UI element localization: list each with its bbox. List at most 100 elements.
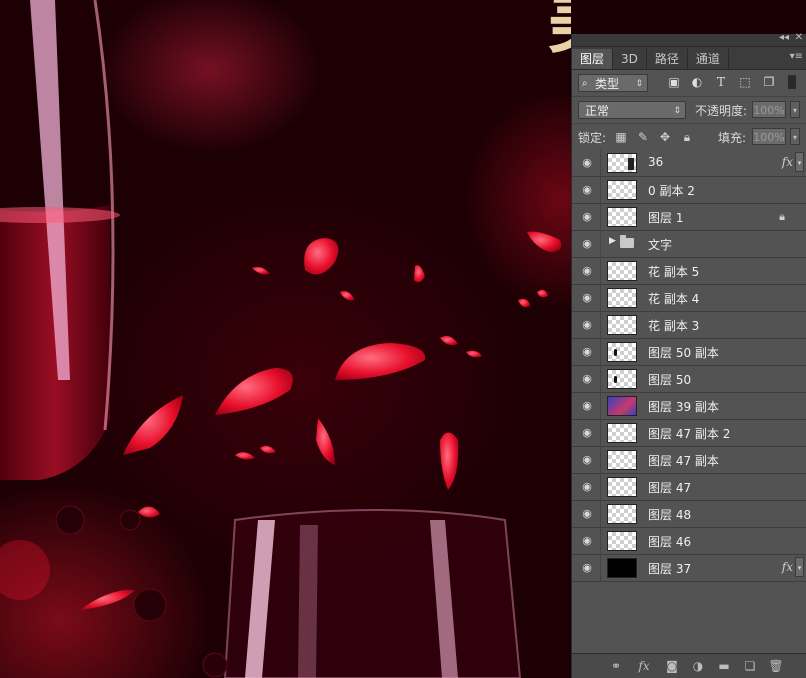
petal [527,231,562,252]
layer-thumbnail [607,369,637,389]
layer-name: 图层 47 [648,481,692,495]
eye-icon[interactable]: ◉ [580,454,594,466]
layer-name: 图层 48 [648,508,692,522]
layer-row[interactable]: ◉ 0 副本 2 [572,177,806,204]
eye-icon[interactable]: ◉ [580,535,594,547]
layer-name: 图层 47 副本 2 [648,427,731,441]
text-filter-icon[interactable]: T [714,75,728,89]
petal [335,343,426,380]
fill-input[interactable]: 100% [752,128,786,145]
bubble [133,588,167,622]
layer-row[interactable]: ◉ 图层 47 [572,474,806,501]
eye-icon[interactable]: ◉ [580,265,594,277]
add-style-icon[interactable]: fx [636,658,652,674]
petal [215,368,293,415]
image-filter-icon[interactable]: ▣ [667,75,681,89]
layer-row[interactable]: ◉ 图层 47 副本 2 [572,420,806,447]
petal [466,350,482,358]
layer-thumbnail [607,342,637,362]
add-mask-icon[interactable]: ◙ [664,658,680,674]
tab-paths[interactable]: 路径 [647,49,688,69]
collapse-panel-icon[interactable]: ◂◂ [779,32,789,43]
opacity-input[interactable]: 100% [752,101,786,118]
opacity-dropdown-icon[interactable]: ▾ [790,101,800,118]
bubble [119,509,141,531]
group-name: 文字 [648,238,673,252]
layer-row[interactable]: ◉ 图层 39 副本 [572,393,806,420]
filter-toggle-icon[interactable] [788,75,796,89]
folder-icon [620,235,634,248]
eye-icon[interactable]: ◉ [580,427,594,439]
layer-thumbnail [607,153,637,173]
layer-row[interactable]: ◉ 花 副本 3 [572,312,806,339]
layer-thumbnail [607,261,637,281]
adjustment-layer-icon[interactable]: ◑ [690,658,706,674]
lock-fill-row: 锁定: ▦ ✎ ✥ 🔒︎ 填充: 100% ▾ [572,124,806,151]
panel-titlebar[interactable]: ◂◂ ✕ [572,32,806,47]
eye-icon[interactable]: ◉ [580,211,594,223]
layer-name: 0 副本 2 [648,184,695,198]
layer-row[interactable]: ◉ 图层 37 fx ▾ [572,555,806,582]
layer-row[interactable]: ◉ 图层 50 [572,366,806,393]
eye-icon[interactable]: ◉ [580,373,594,385]
layer-row[interactable]: ◉ 花 副本 5 [572,258,806,285]
smart-object-filter-icon[interactable]: ❐ [762,75,776,89]
lock-move-icon[interactable]: ✥ [658,130,672,144]
eye-icon[interactable]: ◉ [580,562,594,574]
layer-thumbnail [607,477,637,497]
layer-filter-row: ⌕ 类型 ⇕ ▣ ◐ T ⬚ ❐ [572,70,806,97]
layer-row[interactable]: ◉ 图层 48 [572,501,806,528]
layer-effects-icon[interactable]: fx [782,560,793,574]
layer-row[interactable]: ◉ 图层 47 副本 [572,447,806,474]
layer-thumbnail [607,288,637,308]
layer-name: 图层 47 副本 [648,454,719,468]
close-panel-icon[interactable]: ✕ [795,32,803,43]
adjustment-filter-icon[interactable]: ◐ [690,75,704,89]
lock-transparent-icon[interactable]: ▦ [614,130,628,144]
layer-name: 图层 50 [648,373,692,387]
shape-filter-icon[interactable]: ⬚ [738,75,752,89]
petal [123,395,183,455]
layer-row[interactable]: ◉ 36 fx ▾ [572,150,806,177]
fill-dropdown-icon[interactable]: ▾ [790,128,800,145]
eye-icon[interactable]: ◉ [580,292,594,304]
panel-menu-icon[interactable]: ▾≡ [790,51,803,62]
blend-mode-value: 正常 [585,104,610,118]
layer-name: 花 副本 3 [648,319,700,333]
layer-thumbnail [607,423,637,443]
link-layers-icon[interactable]: ⚭ [608,658,624,674]
expand-effects-icon[interactable]: ▾ [795,557,804,577]
layer-locked-icon: 🔒︎ [779,210,785,223]
eye-icon[interactable]: ◉ [580,400,594,412]
eye-icon[interactable]: ◉ [580,238,594,250]
eye-icon[interactable]: ◉ [580,481,594,493]
new-layer-icon[interactable]: ❏ [742,658,758,674]
eye-icon[interactable]: ◉ [580,157,594,169]
delete-layer-icon[interactable]: 🗑︎ [768,658,784,674]
new-group-icon[interactable]: ▬ [716,658,732,674]
layer-group-row[interactable]: ◉ ▶ 文字 [572,231,806,258]
lock-brush-icon[interactable]: ✎ [636,130,650,144]
layer-row[interactable]: ◉ 图层 1 🔒︎ [572,204,806,231]
layer-row[interactable]: ◉ 图层 46 [572,528,806,555]
tab-layers[interactable]: 图层 [572,49,614,69]
eye-icon[interactable]: ◉ [580,319,594,331]
expand-effects-icon[interactable]: ▾ [795,152,804,172]
canvas-artwork[interactable]: 美丽 [0,0,571,678]
layer-thumbnail [607,450,637,470]
tab-3d[interactable]: 3D [613,49,647,69]
layer-filter-value: 类型 [595,77,620,91]
petal [440,336,458,346]
eye-icon[interactable]: ◉ [580,346,594,358]
eye-icon[interactable]: ◉ [580,184,594,196]
layer-name: 图层 46 [648,535,692,549]
tab-channels[interactable]: 通道 [688,49,729,69]
layer-filter-select[interactable]: ⌕ 类型 ⇕ [578,74,648,92]
layer-row[interactable]: ◉ 图层 50 副本 [572,339,806,366]
eye-icon[interactable]: ◉ [580,508,594,520]
blend-mode-select[interactable]: 正常 ⇕ [578,101,686,119]
layer-row[interactable]: ◉ 花 副本 4 [572,285,806,312]
layer-effects-icon[interactable]: fx [782,155,793,169]
expand-group-icon[interactable]: ▶ [609,236,616,246]
lock-all-icon[interactable]: 🔒︎ [680,130,694,144]
